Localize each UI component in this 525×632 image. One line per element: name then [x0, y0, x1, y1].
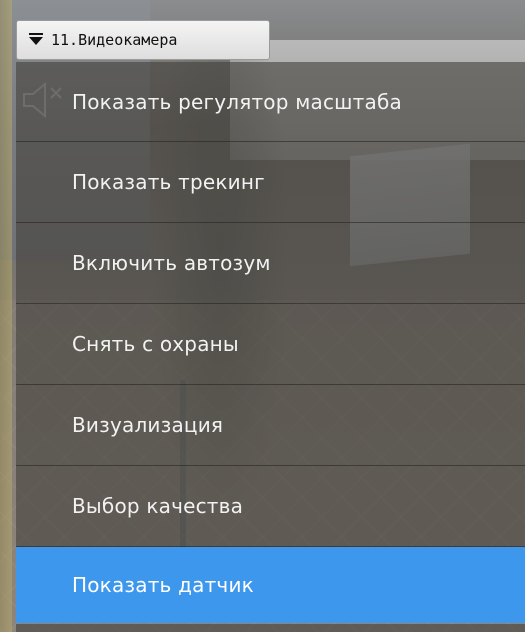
camera-title-button[interactable]: 11.Видеокамера — [16, 20, 270, 60]
menu-bottom-edge — [16, 624, 525, 632]
camera-context-menu: Показать регулятор масштаба Показать тре… — [16, 62, 525, 623]
menu-item-disarm[interactable]: Снять с охраны — [16, 304, 525, 385]
menu-item-visualization[interactable]: Визуализация — [16, 385, 525, 466]
caret-down-icon — [29, 33, 43, 45]
menu-item-label: Выбор качества — [72, 494, 244, 518]
menu-item-enable-autozoom[interactable]: Включить автозум — [16, 223, 525, 304]
menu-item-label: Визуализация — [72, 413, 224, 437]
menu-item-show-zoom-control[interactable]: Показать регулятор масштаба — [16, 62, 525, 142]
menu-item-show-sensor[interactable]: Показать датчик — [16, 547, 525, 623]
menu-item-label: Показать регулятор масштаба — [72, 89, 402, 114]
video-left-border — [0, 0, 12, 632]
menu-item-quality-selection[interactable]: Выбор качества — [16, 466, 525, 547]
menu-item-label: Включить автозум — [72, 251, 271, 275]
camera-title-label: 11.Видеокамера — [51, 31, 178, 49]
menu-item-show-tracking[interactable]: Показать трекинг — [16, 142, 525, 223]
menu-item-label: Показать трекинг — [72, 170, 265, 194]
menu-item-label: Показать датчик — [72, 573, 254, 597]
menu-item-label: Снять с охраны — [72, 332, 239, 356]
